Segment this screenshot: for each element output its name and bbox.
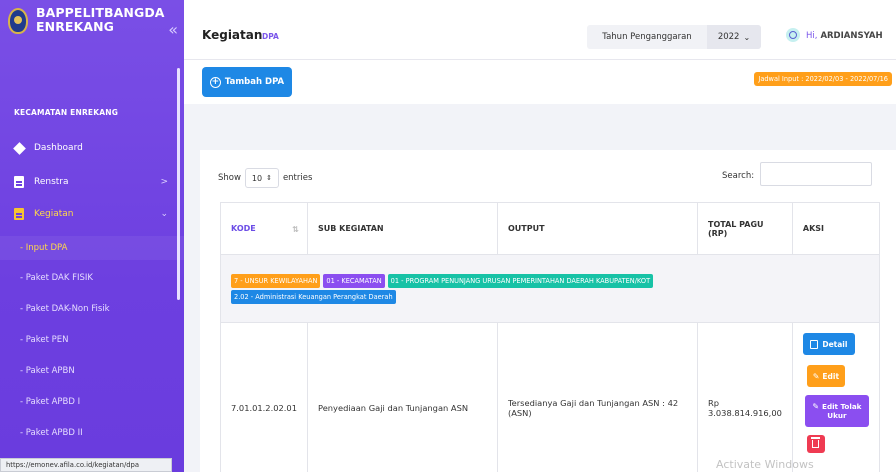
dpa-table-card: Show 10 ⇕ entries Search: KODE ⇅ SUB KEG…	[200, 150, 896, 472]
table-header-row: KODE ⇅ SUB KEGIATAN OUTPUT TOTAL PAGU (R…	[220, 202, 881, 255]
page-subtitle: DPA	[262, 32, 279, 41]
diamond-icon	[13, 141, 26, 155]
column-header-sub-kegiatan[interactable]: SUB KEGIATAN	[306, 202, 498, 255]
edit-icon: ✎	[812, 402, 820, 411]
detail-label: Detail	[822, 339, 848, 349]
detail-button[interactable]: Detail	[802, 333, 855, 355]
document-icon	[14, 176, 24, 188]
sidebar-subitem-label: - Paket APBD II	[20, 428, 83, 438]
sidebar-subitem-label: - Paket PEN	[20, 335, 69, 345]
add-dpa-label: Tambah DPA	[224, 77, 285, 87]
sidebar-item-label: Kegiatan	[34, 209, 74, 219]
sort-toggle-icon: ⇕	[266, 174, 272, 182]
plus-circle-icon: +	[209, 76, 221, 88]
sidebar-subitem-label: - Paket DAK-Non Fisik	[20, 304, 110, 314]
brand-line2: ENREKANG	[36, 19, 115, 34]
tag-kecamatan: 01 - KECAMATAN	[323, 273, 385, 288]
sort-icon: ⇅	[292, 225, 299, 234]
year-select[interactable]: 2022 ⌄	[707, 25, 761, 49]
edit-tolak-line1: ✎ Edit Tolak	[812, 402, 861, 411]
status-bar-url: https://emonev.afila.co.id/kegiatan/dpa	[0, 458, 172, 472]
dpa-table: KODE ⇅ SUB KEGIATAN OUTPUT TOTAL PAGU (R…	[220, 202, 881, 472]
cell-total-pagu: Rp 3.038.814.916,00	[696, 322, 793, 472]
sidebar: BAPPELITBANGDA ENREKANG « KECAMATAN ENRE…	[0, 0, 184, 472]
entries-select[interactable]: 10 ⇕	[244, 168, 279, 188]
edit-label: Edit	[822, 371, 840, 381]
sidebar-item-renstra[interactable]: Renstra >	[0, 168, 184, 196]
chevron-right-icon: >	[160, 177, 168, 187]
logo-icon	[8, 8, 28, 34]
sidebar-item-label: Renstra	[34, 177, 69, 187]
group-tags-cell: 7 - UNSUR KEWILAYAHAN 01 - KECAMATAN 01 - …	[220, 254, 880, 323]
sidebar-subitem-label: - Paket APBD I	[20, 397, 81, 407]
cell-kode: 7.01.01.2.02.01	[220, 322, 308, 472]
tag-program: 01 - PROGRAM PENUNJANG URUSAN PEMERINTAH…	[387, 273, 654, 288]
tag-kegiatan: 2.02 - Administrasi Keuangan Perangkat D…	[231, 289, 396, 304]
column-header-output[interactable]: OUTPUT	[496, 202, 698, 255]
cell-output: Tersedianya Gaji dan Tunjangan ASN : 42 …	[496, 322, 698, 472]
chevron-down-icon: ⌄	[160, 209, 168, 219]
delete-button[interactable]	[806, 435, 825, 453]
table-group-row: 7 - UNSUR KEWILAYAHAN 01 - KECAMATAN 01 - …	[220, 254, 880, 323]
brand-name: BAPPELITBANGDA ENREKANG	[36, 6, 165, 34]
column-header-kode[interactable]: KODE ⇅	[220, 202, 308, 255]
sidebar-subitem-label: - Paket DAK FISIK	[20, 273, 93, 283]
entries-value: 10	[251, 173, 263, 183]
sidebar-item-label: Dashboard	[34, 143, 83, 153]
tag-unsur: 7 - UNSUR KEWILAYAHAN	[231, 273, 321, 288]
page-title: Kegiatan	[202, 28, 263, 42]
edit-button[interactable]: ✎ Edit	[806, 365, 845, 387]
add-dpa-button[interactable]: + Tambah DPA	[202, 67, 292, 97]
table-row: 7.01.01.2.02.01 Penyediaan Gaji dan Tunj…	[220, 322, 881, 472]
sidebar-subitem-pen[interactable]: - Paket PEN	[0, 328, 184, 352]
column-label: KODE	[231, 224, 256, 233]
edit-tolak-ukur-button[interactable]: ✎ Edit Tolak Ukur	[804, 395, 869, 427]
sidebar-subitem-apbn[interactable]: - Paket APBN	[0, 359, 184, 383]
amount-value: 3.038.814.916,00	[707, 407, 782, 418]
column-header-aksi: AKSI	[791, 202, 881, 255]
user-name: ARDIANSYAH	[820, 31, 883, 41]
top-header: Kegiatan DPA Tahun Penganggaran 2022 ⌄ H…	[184, 0, 896, 60]
sidebar-subitem-apbd-i[interactable]: - Paket APBD I	[0, 390, 184, 414]
windows-watermark: Activate Windows	[716, 458, 814, 471]
year-value: 2022	[717, 32, 740, 42]
column-header-total-pagu[interactable]: TOTAL PAGU (RP)	[696, 202, 793, 255]
section-title: KECAMATAN ENREKANG	[14, 108, 119, 117]
brand[interactable]: BAPPELITBANGDA ENREKANG «	[0, 0, 184, 62]
entries-label: entries	[282, 173, 313, 183]
schedule-badge: Jadwal Input : 2022/02/03 - 2022/07/16	[754, 72, 892, 86]
edit-tolak-label: Edit Tolak	[822, 402, 862, 411]
chevron-down-icon: ⌄	[743, 32, 751, 42]
sidebar-subitem-dak-fisik[interactable]: - Paket DAK FISIK	[0, 266, 184, 290]
user-avatar-icon[interactable]	[786, 28, 800, 42]
sidebar-subitem-label: - Input DPA	[20, 243, 68, 253]
search-input[interactable]	[760, 162, 872, 186]
trash-icon	[811, 437, 821, 448]
currency-label: Rp	[707, 397, 720, 408]
edit-icon: ✎	[812, 371, 820, 381]
edit-tolak-label-2: Ukur	[827, 411, 847, 420]
action-toolbar: + Tambah DPA Jadwal Input : 2022/02/03 -…	[184, 60, 896, 104]
tag-line: 7 - UNSUR KEWILAYAHAN 01 - KECAMATAN 01 - …	[231, 273, 869, 288]
greeting: Hi,	[806, 31, 818, 41]
year-filter: Tahun Penganggaran 2022 ⌄	[587, 25, 761, 49]
sidebar-item-kegiatan[interactable]: Kegiatan ⌄	[0, 200, 184, 228]
sidebar-subitem-apbd-ii[interactable]: - Paket APBD II	[0, 421, 184, 445]
show-entries: Show 10 ⇕ entries	[218, 168, 312, 188]
cell-actions: Detail ✎ Edit ✎ Edit Tolak Ukur	[791, 322, 881, 472]
tag-line: 2.02 - Administrasi Keuangan Perangkat D…	[231, 289, 869, 304]
sidebar-item-dashboard[interactable]: Dashboard	[0, 134, 184, 162]
sidebar-subitem-label: - Paket APBN	[20, 366, 75, 376]
show-label: Show	[218, 173, 241, 183]
collapse-sidebar-icon[interactable]: «	[168, 20, 178, 39]
year-label: Tahun Penganggaran	[602, 32, 692, 42]
sidebar-subitem-dak-non-fisik[interactable]: - Paket DAK-Non Fisik	[0, 297, 184, 321]
brand-line1: BAPPELITBANGDA	[36, 5, 165, 20]
user-menu[interactable]: Hi, ARDIANSYAH	[806, 31, 883, 41]
sidebar-subitem-input-dpa[interactable]: - Input DPA	[0, 236, 184, 260]
cell-sub-kegiatan: Penyediaan Gaji dan Tunjangan ASN	[306, 322, 498, 472]
search-label: Search:	[722, 171, 755, 181]
document-icon	[810, 339, 819, 349]
document-icon	[14, 208, 24, 220]
